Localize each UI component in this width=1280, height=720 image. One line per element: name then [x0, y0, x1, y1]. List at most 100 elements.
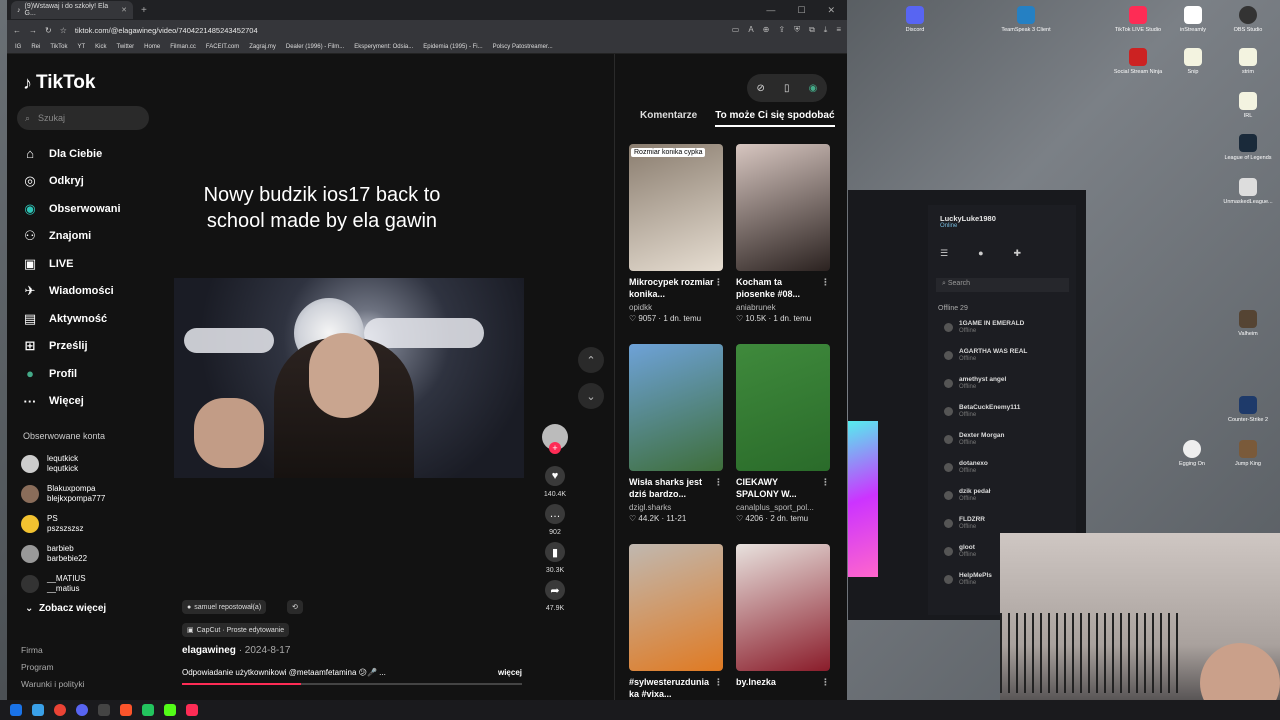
nav-item-znajomi[interactable]: ⚇ Znajomi [21, 223, 171, 251]
recommended-video-card[interactable]: #sylwesteruzdunia ka #vixa... ⋮ [629, 544, 723, 720]
bookmark[interactable]: Eksperyment: Odsia... [354, 44, 413, 50]
desktop-icon-league[interactable]: League of Legends [1218, 134, 1278, 161]
bookmark[interactable]: Filman.cc [170, 44, 196, 50]
tab-recommended[interactable]: To może Ci się spodobać [715, 110, 835, 127]
video-thumbnail[interactable] [736, 144, 830, 271]
bookmark[interactable]: Rei [31, 44, 40, 50]
steam-add-friend-icon[interactable]: ✚ [1014, 248, 1022, 259]
footer-link[interactable]: Program [21, 659, 84, 676]
bookmark[interactable]: Dealer (1996) - Film... [286, 44, 344, 50]
desktop-icon-irl[interactable]: IRL [1218, 92, 1278, 119]
desktop-icon-instreamly[interactable]: inStreamly [1163, 6, 1223, 33]
recommended-video-user[interactable]: canalplus_sport_pol... [736, 503, 830, 512]
explorer-icon[interactable] [32, 704, 44, 716]
more-options-icon[interactable]: ⋮ [714, 276, 723, 300]
creator-avatar[interactable]: + [542, 424, 568, 454]
video-thumbnail[interactable] [629, 544, 723, 671]
like-button[interactable]: ♥ 140.4K [544, 466, 566, 498]
brave-shield-icon[interactable]: ⛨ [794, 25, 800, 35]
bookmark[interactable]: IG [15, 44, 21, 50]
desktop-icon-jump-king[interactable]: Jump King [1218, 440, 1278, 467]
minimize-icon[interactable]: — [766, 5, 775, 16]
follow-plus-icon[interactable]: + [549, 442, 561, 454]
device-icon[interactable]: ▯ [784, 83, 790, 94]
recommended-video-user[interactable]: aniabrunek [736, 303, 830, 312]
steam-friend[interactable]: BetaCuckEnemy111 Offline [944, 404, 1074, 432]
steam-friend[interactable]: Dexter Morgan Offline [944, 432, 1074, 460]
share-button[interactable]: ➦ 47.9K [545, 580, 565, 612]
steam-search-input[interactable]: ⌕ Search [936, 278, 1069, 292]
recommended-video-user[interactable]: opidkk [629, 303, 723, 312]
recommended-video-card[interactable]: Wisła sharks jest dziś bardzo... ⋮ dzigl.s… [629, 344, 723, 544]
back-icon[interactable]: ← [13, 26, 21, 35]
compass-icon[interactable]: ⊘ [757, 83, 765, 94]
translate-icon[interactable]: A [748, 25, 753, 35]
search-input[interactable]: ⌕ Szukaj [17, 106, 149, 130]
menu-icon[interactable]: ≡ [836, 25, 841, 35]
nav-item-obserwowani[interactable]: ◉ Obserwowani [21, 195, 171, 223]
close-tab-icon[interactable]: ✕ [121, 6, 127, 14]
steam-friend[interactable]: amethyst angel Offline [944, 376, 1074, 404]
zoom-icon[interactable]: ⊕ [763, 25, 770, 35]
video-player[interactable] [174, 278, 524, 478]
nav-item-aktywnosc[interactable]: ▤ Aktywność [21, 305, 171, 333]
share-icon[interactable]: ⇪ [778, 25, 785, 35]
desktop-icon-social-stream[interactable]: Social Stream Ninja [1108, 48, 1168, 75]
video-thumbnail[interactable] [629, 344, 723, 471]
more-options-icon[interactable]: ⋮ [714, 476, 723, 500]
comment-button[interactable]: … 902 [545, 504, 565, 536]
caption-more-button[interactable]: więcej [498, 668, 522, 677]
bookmark[interactable]: Zagraj.my [249, 44, 276, 50]
recommended-video-card[interactable]: CIEKAWY SPALONY W... ⋮ canalplus_sport_pol… [736, 344, 830, 544]
nav-item-wiadomosci[interactable]: ✈ Wiadomości [21, 278, 171, 306]
desktop-icon-obs[interactable]: OBS Studio [1218, 6, 1278, 33]
more-options-icon[interactable]: ⋮ [821, 276, 830, 300]
bookmark[interactable]: Epidemia (1995) - Fi... [423, 44, 482, 50]
obs-taskbar-icon[interactable] [98, 704, 110, 716]
reload-icon[interactable]: ↻ [45, 26, 52, 35]
bookmark[interactable]: TikTok [50, 44, 67, 50]
previous-video-button[interactable]: ⌃ [578, 347, 604, 373]
video-thumbnail[interactable]: Rozmiar konika cypka [629, 144, 723, 271]
steam-friend[interactable]: 1GAME IN EMERALD Offline [944, 320, 1074, 348]
close-window-icon[interactable]: ✕ [827, 5, 835, 16]
desktop-icon-egging-on[interactable]: Egging On [1162, 440, 1222, 467]
nav-item-wiecej[interactable]: ··· Więcej [21, 388, 171, 416]
discord-taskbar-icon[interactable] [76, 704, 88, 716]
footer-link[interactable]: Firma [21, 642, 84, 659]
recommended-video-card[interactable]: Rozmiar konika cypka Mikrocypek rozmiar k… [629, 144, 723, 344]
extensions-icon[interactable]: ⧉ [809, 25, 815, 35]
steam-friend[interactable]: AGARTHA WAS REAL Offline [944, 348, 1074, 376]
recommended-video-card[interactable]: by.lnezka ⋮ [736, 544, 830, 720]
followed-account[interactable]: __MATIUS __matius [21, 569, 171, 599]
followed-account[interactable]: lequtkick lequtkick [21, 449, 171, 479]
nav-item-profil[interactable]: ● Profil [21, 360, 171, 388]
desktop-icon-tiktok-live[interactable]: TikTok LIVE Studio [1108, 6, 1168, 33]
nav-item-przeslij[interactable]: ⊞ Prześlij [21, 333, 171, 361]
recommended-video-card[interactable]: Kocham ta piosenke #08... ⋮ aniabrunek ♡ 10… [736, 144, 830, 344]
video-progress-bar[interactable] [182, 683, 522, 685]
bookmark-star-icon[interactable]: ☆ [60, 26, 67, 35]
download-icon[interactable]: ⤓ [824, 25, 828, 35]
desktop-icon-teamspeak[interactable]: TeamSpeak 3 Client [996, 6, 1056, 33]
bookmark[interactable]: Home [144, 44, 160, 50]
footer-link[interactable]: Warunki i polityki [21, 676, 84, 693]
nav-item-live[interactable]: ▣ LIVE [21, 250, 171, 278]
kick-icon[interactable] [164, 704, 176, 716]
tab-komentarze[interactable]: Komentarze [640, 110, 697, 127]
save-button[interactable]: ▮ 30.3K [545, 542, 565, 574]
url-field[interactable]: tiktok.com/@elagawineg/video/74042214852… [75, 26, 258, 35]
maximize-icon[interactable]: ☐ [797, 5, 805, 16]
followed-account[interactable]: barbieb barbebie22 [21, 539, 171, 569]
cast-icon[interactable]: ▭ [732, 25, 740, 35]
desktop-icon-strim[interactable]: strim [1218, 48, 1278, 75]
desktop-icon-discord[interactable]: Discord [885, 6, 945, 33]
bookmark[interactable]: Twitter [117, 44, 135, 50]
brave-icon[interactable] [120, 704, 132, 716]
new-tab-icon[interactable]: + [141, 5, 147, 16]
desktop-icon-unmasked[interactable]: UnmaskedLeague... [1218, 178, 1278, 205]
bookmark[interactable]: Kick [95, 44, 106, 50]
steam-friend[interactable]: dotanexo Offline [944, 460, 1074, 488]
bookmark[interactable]: Polscy Patostreamer... [493, 44, 553, 50]
browser-tab[interactable]: ♪ (9)Wstawaj i do szkoły! Ela G... ✕ [11, 1, 133, 19]
